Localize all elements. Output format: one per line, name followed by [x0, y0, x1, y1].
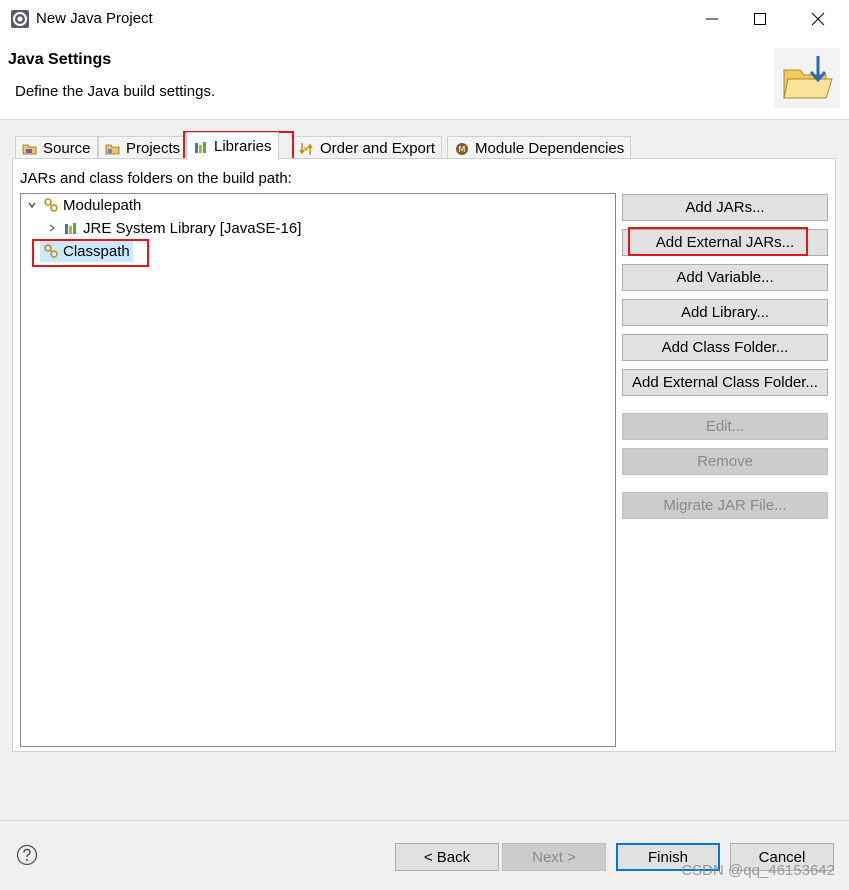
tab-label: Projects — [126, 140, 181, 157]
add-variable-button[interactable]: Add Variable... — [622, 264, 828, 291]
maximize-button[interactable] — [735, 0, 785, 38]
modulepath-icon — [44, 198, 58, 212]
add-jars-button[interactable]: Add JARs... — [622, 194, 828, 221]
add-external-jars-button[interactable]: Add External JARs... — [622, 229, 828, 256]
migrate-jar-button[interactable]: Migrate JAR File... — [622, 492, 828, 519]
tab-source[interactable]: Source — [15, 136, 98, 160]
tree-item-label: JRE System Library [JavaSE-16] — [83, 219, 302, 237]
java-folder-icon — [774, 48, 840, 108]
help-icon[interactable] — [16, 844, 38, 866]
footer-divider — [0, 820, 849, 821]
build-path-tree[interactable]: Modulepath JRE System Library [JavaSE-16… — [20, 193, 616, 747]
tab-label: Libraries — [214, 138, 272, 155]
tree-item-jre-system-library[interactable]: JRE System Library [JavaSE-16] — [45, 217, 301, 239]
svg-text:M: M — [459, 145, 466, 154]
back-button[interactable]: < Back — [395, 843, 499, 871]
next-button[interactable]: Next > — [502, 843, 606, 871]
library-icon — [65, 223, 76, 234]
tree-item-label: Modulepath — [63, 196, 142, 214]
eclipse-app-icon — [11, 10, 29, 28]
tree-item-classpath[interactable]: Classpath — [40, 240, 133, 262]
order-export-icon — [299, 142, 313, 155]
page-title: Java Settings — [8, 51, 112, 68]
tab-label: Source — [43, 140, 91, 157]
header-banner: Java Settings Define the Java build sett… — [0, 38, 849, 120]
window-title: New Java Project — [36, 10, 153, 27]
tree-item-label: Classpath — [63, 242, 130, 260]
tab-label: Module Dependencies — [475, 140, 625, 157]
libraries-icon — [195, 141, 206, 153]
minimize-button[interactable] — [687, 0, 737, 38]
add-library-button[interactable]: Add Library... — [622, 299, 828, 326]
close-icon — [811, 12, 825, 26]
source-folder-icon — [22, 144, 37, 154]
tab-libraries[interactable]: Libraries — [186, 132, 279, 160]
title-bar: New Java Project — [0, 0, 849, 38]
tab-label: Order and Export — [320, 140, 436, 157]
tab-order-and-export[interactable]: Order and Export — [292, 136, 443, 160]
edit-button[interactable]: Edit... — [622, 413, 828, 440]
module-icon: M — [456, 142, 468, 155]
close-button[interactable] — [793, 0, 843, 38]
build-path-label: JARs and class folders on the build path… — [20, 170, 292, 187]
add-class-folder-button[interactable]: Add Class Folder... — [622, 334, 828, 361]
page-description: Define the Java build settings. — [15, 83, 216, 100]
tab-module-dependencies[interactable]: M Module Dependencies — [447, 136, 632, 160]
tab-projects[interactable]: Projects — [98, 136, 188, 160]
minimize-icon — [706, 18, 718, 20]
add-external-class-folder-button[interactable]: Add External Class Folder... — [622, 369, 828, 396]
remove-button[interactable]: Remove — [622, 448, 828, 475]
classpath-icon — [44, 244, 58, 258]
chevron-right-icon[interactable] — [45, 221, 59, 235]
projects-icon — [105, 144, 120, 154]
chevron-down-icon[interactable] — [25, 198, 39, 212]
watermark-text: CSDN @qq_46153642 — [681, 862, 835, 879]
maximize-icon — [754, 13, 766, 25]
tree-item-modulepath[interactable]: Modulepath — [25, 194, 141, 216]
